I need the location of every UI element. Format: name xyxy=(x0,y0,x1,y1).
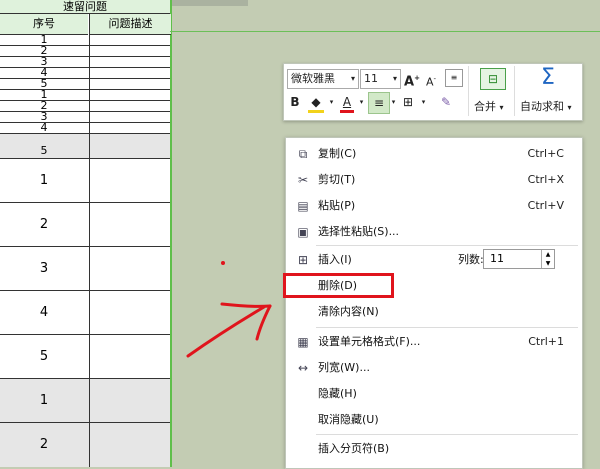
annotation-arrow xyxy=(186,302,272,358)
arrow-shaft-icon xyxy=(186,305,266,358)
arrow-head-upper-icon xyxy=(220,302,272,308)
